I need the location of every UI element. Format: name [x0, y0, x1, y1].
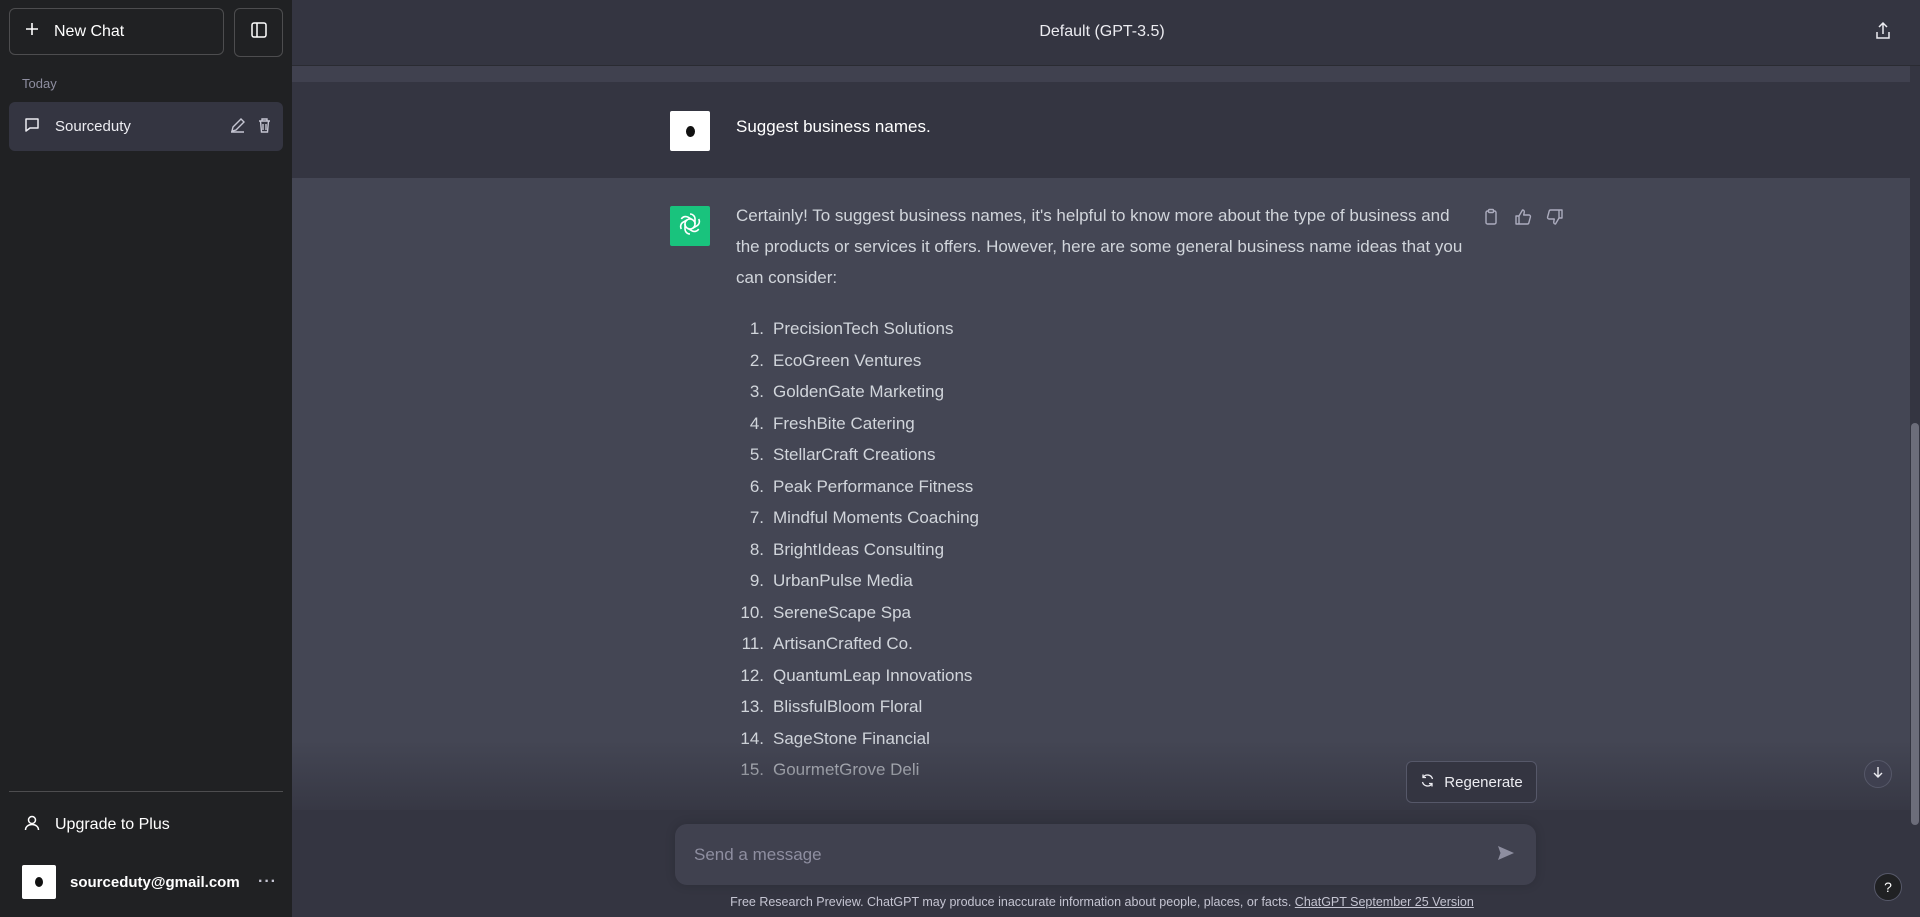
list-item-number: 3.	[749, 382, 764, 401]
list-item: 10. SereneScape Spa	[736, 597, 1476, 629]
footer-disclaimer: Free Research Preview. ChatGPT may produ…	[292, 895, 1912, 909]
sidebar-section-today: Today	[22, 76, 57, 91]
list-item: 7. Mindful Moments Coaching	[736, 502, 1476, 534]
model-label: Default (GPT-3.5)	[1039, 23, 1165, 40]
refresh-icon	[1420, 773, 1435, 792]
sidebar-chat-item[interactable]: Sourceduty	[9, 102, 283, 151]
list-item-number: 2.	[749, 350, 764, 370]
list-item: 8. BrightIdeas Consulting	[736, 534, 1476, 566]
arrow-down-icon	[1871, 765, 1885, 784]
list-item-text: EcoGreen Ventures	[773, 350, 922, 370]
list-item: 1. PrecisionTech Solutions	[736, 313, 1476, 345]
list-item-number: 10.	[740, 602, 764, 622]
version-link[interactable]: ChatGPT September 25 Version	[1295, 895, 1474, 909]
list-item-text: SereneScape Spa	[773, 602, 911, 622]
upgrade-label: Upgrade to Plus	[55, 816, 170, 833]
assistant-intro: Certainly! To suggest business names, it…	[736, 206, 1463, 287]
previous-message-strip	[292, 66, 1910, 82]
assistant-message-row: Certainly! To suggest business names, it…	[292, 178, 1910, 838]
list-item-text: UrbanPulse Media	[773, 571, 913, 590]
thumbs-up-icon[interactable]	[1514, 208, 1532, 231]
sidebar-toggle-button[interactable]	[234, 8, 283, 57]
new-chat-label: New Chat	[54, 22, 125, 40]
chat-bubble-icon	[23, 116, 41, 138]
more-options-icon[interactable]: ···	[258, 873, 277, 891]
list-item: 11. ArtisanCrafted Co.	[736, 628, 1476, 660]
account-menu[interactable]: sourceduty@gmail.com ···	[9, 861, 283, 903]
scroll-down-button[interactable]	[1864, 760, 1892, 788]
account-email: sourceduty@gmail.com	[70, 873, 240, 891]
message-input[interactable]	[692, 842, 1456, 868]
list-item: 6. Peak Performance Fitness	[736, 471, 1476, 503]
trash-icon[interactable]	[256, 117, 273, 138]
top-bar: Default (GPT-3.5)	[292, 0, 1920, 66]
help-button[interactable]: ?	[1874, 873, 1902, 901]
list-item-number: 5.	[749, 445, 764, 464]
user-icon	[23, 814, 41, 837]
list-item: 3. GoldenGate Marketing	[736, 376, 1476, 408]
sidebar-toggle-icon	[250, 21, 268, 44]
avatar	[22, 865, 56, 899]
message-actions	[1482, 208, 1564, 231]
openai-logo-icon	[677, 211, 703, 242]
regenerate-label: Regenerate	[1444, 773, 1523, 791]
plus-icon	[24, 21, 40, 42]
business-name-list: 1. PrecisionTech Solutions 2. EcoGreen Vent…	[736, 313, 1476, 786]
list-item-number: 1.	[749, 319, 764, 338]
list-item: 2. EcoGreen Ventures	[736, 345, 1476, 377]
sidebar-divider	[9, 791, 283, 792]
chat-title: Sourceduty	[55, 118, 131, 135]
assistant-avatar	[670, 206, 710, 246]
list-item-number: 8.	[749, 539, 764, 559]
user-message-text: Suggest business names.	[736, 117, 931, 136]
thumbs-down-icon[interactable]	[1546, 208, 1564, 231]
scrollbar-thumb[interactable]	[1911, 423, 1919, 825]
list-item-number: 4.	[749, 413, 764, 433]
list-item-text: BlissfulBloom Floral	[773, 697, 923, 716]
user-avatar	[670, 111, 710, 151]
footer-text: Free Research Preview. ChatGPT may produ…	[730, 895, 1295, 909]
list-item-number: 9.	[749, 571, 764, 590]
send-icon[interactable]	[1496, 843, 1516, 868]
list-item-text: StellarCraft Creations	[773, 445, 936, 464]
clipboard-icon[interactable]	[1482, 208, 1500, 231]
regenerate-button[interactable]: Regenerate	[1406, 761, 1537, 803]
edit-icon[interactable]	[229, 117, 246, 138]
list-item-number: 12.	[740, 665, 764, 685]
list-item-text: ArtisanCrafted Co.	[773, 634, 913, 653]
list-item-number: 11.	[741, 634, 764, 653]
list-item-text: GoldenGate Marketing	[773, 382, 945, 401]
share-icon[interactable]	[1874, 21, 1892, 46]
list-item-number: 7.	[749, 508, 764, 527]
list-item-text: Mindful Moments Coaching	[773, 508, 979, 527]
user-message-row: Suggest business names.	[292, 82, 1910, 179]
list-item: 4. FreshBite Catering	[736, 408, 1476, 440]
message-input-container	[675, 824, 1536, 885]
list-item-text: BrightIdeas Consulting	[773, 539, 945, 559]
list-item-text: FreshBite Catering	[773, 413, 915, 433]
upgrade-to-plus-button[interactable]: Upgrade to Plus	[9, 805, 283, 845]
list-item-number: 13.	[740, 697, 764, 716]
list-item-number: 6.	[749, 476, 764, 496]
sidebar: New Chat Today Sourceduty Upgrade to Plu…	[0, 0, 292, 917]
new-chat-button[interactable]: New Chat	[9, 8, 224, 55]
list-item: 13. BlissfulBloom Floral	[736, 691, 1476, 723]
assistant-message-text: Certainly! To suggest business names, it…	[736, 200, 1476, 786]
list-item-text: Peak Performance Fitness	[773, 476, 974, 496]
list-item-text: QuantumLeap Innovations	[773, 665, 973, 685]
list-item: 5. StellarCraft Creations	[736, 439, 1476, 471]
list-item: 12. QuantumLeap Innovations	[736, 660, 1476, 692]
list-item: 9. UrbanPulse Media	[736, 565, 1476, 597]
list-item-text: PrecisionTech Solutions	[773, 319, 954, 338]
